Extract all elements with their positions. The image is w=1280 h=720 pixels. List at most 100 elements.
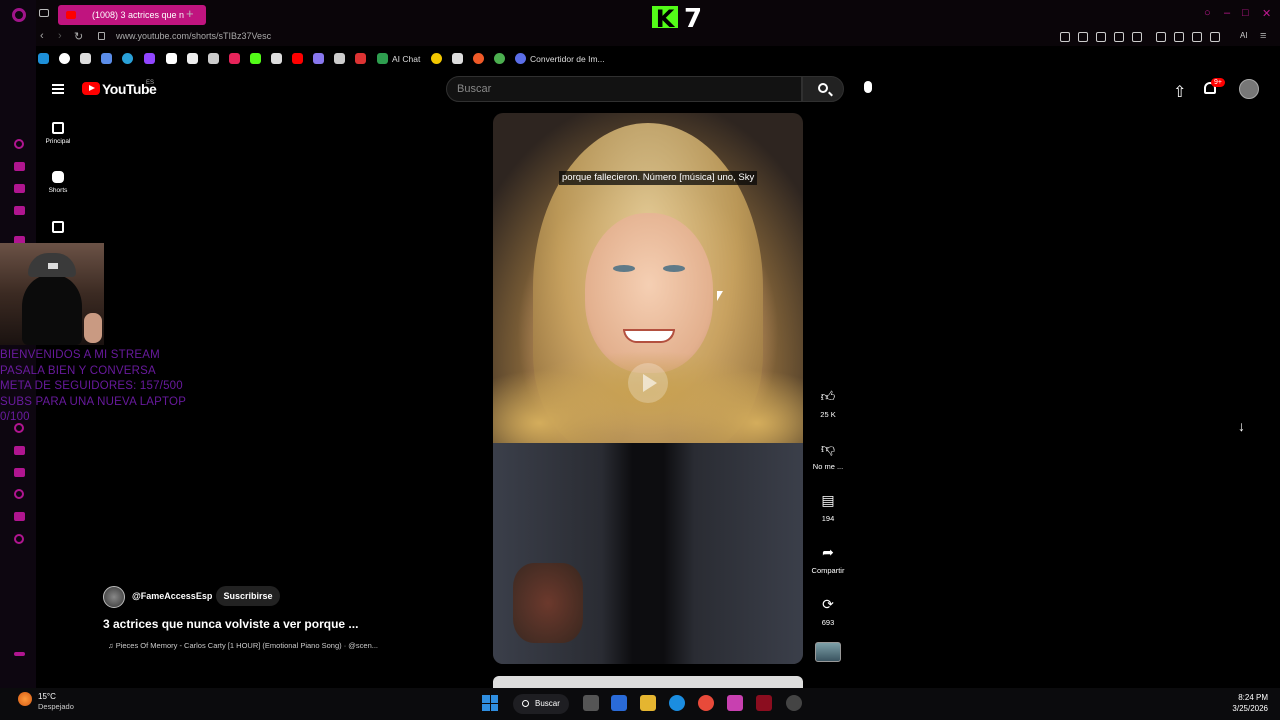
windows-start-icon[interactable] [482, 695, 498, 711]
sound-thumbnail[interactable] [815, 642, 841, 662]
youtube-logo-icon[interactable] [82, 82, 100, 95]
file-explorer-icon[interactable] [640, 695, 656, 711]
task-view-icon[interactable] [583, 695, 599, 711]
bookmark-icon[interactable] [494, 53, 505, 64]
search-button[interactable] [802, 76, 844, 102]
channel-name[interactable]: @FameAccessEsp [132, 591, 212, 601]
converter-icon[interactable] [515, 53, 526, 64]
video-title[interactable]: 3 actrices que nunca volviste a ver porq… [103, 617, 358, 631]
bookmark-icon[interactable] [38, 53, 49, 64]
subscribe-button[interactable]: Suscribirse [216, 586, 280, 606]
cube-icon[interactable] [1174, 32, 1184, 42]
bookmark-icon[interactable] [334, 53, 345, 64]
chat-icon[interactable] [14, 206, 25, 215]
profile-icon[interactable] [1192, 32, 1202, 42]
play-icon[interactable] [628, 363, 668, 403]
channel-avatar[interactable] [103, 586, 125, 608]
tab-active[interactable]: (1008) 3 actrices que n [58, 5, 206, 25]
tabs-icon[interactable] [14, 468, 25, 477]
menu-icon[interactable]: ≡ [1260, 30, 1266, 42]
region-code: ES [146, 80, 155, 86]
upload-icon[interactable]: ⇧ [1173, 82, 1186, 102]
pinterest-icon[interactable] [187, 53, 198, 64]
nav-home[interactable]: Principal [38, 122, 78, 145]
player-icon[interactable] [14, 446, 25, 455]
edge-icon[interactable] [669, 695, 685, 711]
kick-icon[interactable] [250, 53, 261, 64]
microphone-icon[interactable] [864, 81, 872, 93]
opera-icon[interactable] [756, 695, 772, 711]
download-icon[interactable] [1210, 32, 1220, 42]
extension-icon[interactable] [1156, 32, 1166, 42]
snapshot-icon[interactable] [1078, 32, 1088, 42]
chrome-icon[interactable] [698, 695, 714, 711]
clock-icon[interactable] [14, 489, 24, 499]
subscriptions-icon [52, 221, 64, 233]
wallet-icon[interactable] [14, 162, 25, 171]
cap-logo-icon [48, 263, 58, 269]
store-icon[interactable] [611, 695, 627, 711]
aria-ai-button[interactable]: AI [1240, 31, 1248, 40]
taskbar-search[interactable]: Buscar [513, 694, 569, 714]
bookmark-icon[interactable] [452, 53, 463, 64]
twitch-icon[interactable] [144, 53, 155, 64]
play-icon[interactable] [1114, 32, 1124, 42]
back-button[interactable]: ‹ [40, 30, 44, 42]
ai-chat-icon[interactable] [377, 53, 388, 64]
next-video-peek[interactable] [493, 676, 803, 688]
nav-shorts[interactable]: Shorts [38, 171, 78, 194]
dislike-button[interactable]: 👎︎ No me ... [808, 438, 848, 472]
bookmark-icon[interactable] [80, 53, 91, 64]
bookmark-ai-chat[interactable]: AI Chat [392, 54, 420, 64]
telegram-icon[interactable] [122, 53, 133, 64]
stream-overlay-text: BIENVENIDOS A MI STREAM PASALA BIEN Y CO… [0, 348, 220, 426]
forward-button[interactable]: › [58, 30, 62, 42]
tab-switcher-icon[interactable] [39, 9, 49, 17]
weather-icon[interactable] [18, 692, 32, 706]
opera-logo-icon[interactable] [12, 8, 26, 22]
maximize-button[interactable]: □ [1242, 7, 1249, 19]
temperature[interactable]: 15°C [38, 692, 56, 701]
share-button[interactable]: ➦ Compartir [808, 542, 848, 576]
settings-icon[interactable] [14, 534, 24, 544]
new-tab-button[interactable]: + [186, 6, 194, 21]
bookmark-icon[interactable] [473, 53, 484, 64]
search-input[interactable]: Buscar [446, 76, 802, 102]
pin-icon[interactable] [1060, 32, 1070, 42]
bookmark-icon[interactable] [208, 53, 219, 64]
bookmark-icon[interactable] [355, 53, 366, 64]
comments-button[interactable]: ▤ 194 [808, 490, 848, 524]
messenger-icon[interactable] [14, 184, 25, 193]
url-field[interactable]: www.youtube.com/shorts/sTIBz37Vesc [116, 31, 271, 41]
bookmark-icon[interactable] [101, 53, 112, 64]
minimize-button[interactable]: – [1224, 7, 1230, 19]
more-icon[interactable] [14, 652, 25, 656]
instagram-icon[interactable] [727, 695, 743, 711]
music-info[interactable]: ♫ Pieces Of Memory - Carlos Carty [1 HOU… [108, 641, 378, 650]
next-arrow-icon[interactable]: ↓ [1238, 418, 1245, 434]
close-button[interactable]: ✕ [1262, 7, 1271, 20]
heart-icon[interactable] [1132, 32, 1142, 42]
send-icon[interactable] [14, 512, 25, 521]
vpn-icon[interactable] [1096, 32, 1106, 42]
hamburger-menu-icon[interactable] [52, 84, 64, 94]
avatar[interactable] [1239, 79, 1259, 99]
short-video-player[interactable]: porque fallecieron. Número [música] uno,… [493, 113, 803, 664]
history-icon[interactable] [14, 139, 24, 149]
nav-subscriptions[interactable] [38, 221, 78, 237]
youtube-icon[interactable] [292, 53, 303, 64]
settings-icon[interactable] [786, 695, 802, 711]
weather-condition[interactable]: Despejado [38, 702, 74, 711]
bookmark-icon[interactable] [271, 53, 282, 64]
bookmark-icon[interactable] [431, 53, 442, 64]
remix-button[interactable]: ⟳ 693 [808, 594, 848, 628]
clock[interactable]: 8:24 PM 3/25/2026 [1222, 692, 1268, 714]
bookmark-converter[interactable]: Convertidor de Im... [530, 54, 605, 64]
bookmark-icon[interactable] [229, 53, 240, 64]
google-icon[interactable] [59, 53, 70, 64]
reload-button[interactable]: ↻ [74, 30, 83, 43]
like-button[interactable]: 👍︎ 25 K [808, 386, 848, 420]
search-tabs-icon[interactable]: ○ [1204, 7, 1211, 19]
gmail-icon[interactable] [166, 53, 177, 64]
bookmark-icon[interactable] [313, 53, 324, 64]
